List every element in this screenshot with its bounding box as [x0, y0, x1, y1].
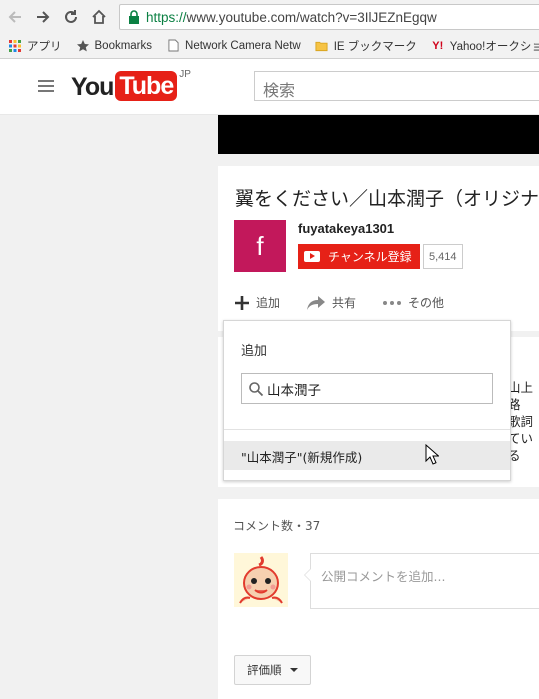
forward-icon[interactable] — [30, 4, 56, 30]
share-label: 共有 — [332, 296, 357, 310]
search-icon — [248, 381, 264, 397]
more-dots-icon — [382, 300, 402, 306]
more-label: その他 — [408, 296, 445, 310]
bookmarks-bar: アプリ Bookmarks Network Camera Netw IE ブック… — [0, 33, 539, 59]
avatar[interactable] — [234, 553, 288, 607]
sort-dropdown[interactable]: 評価順 — [234, 655, 311, 685]
star-icon — [76, 39, 90, 53]
bookmark-network-camera[interactable]: Network Camera Netw — [166, 39, 301, 53]
video-actions: 追加 共有 その他 — [234, 294, 470, 311]
add-to-playlist-popup: 追加 山本潤子 "山本潤子"(新規作成) — [223, 320, 511, 481]
add-label: 追加 — [256, 296, 281, 310]
page-icon — [166, 39, 180, 53]
logo-tube: Tube — [115, 71, 178, 101]
bookmark-label: Bookmarks — [94, 39, 153, 52]
playlist-search-value: 山本潤子 — [267, 382, 321, 399]
yahoo-icon: Y! — [432, 39, 444, 52]
bookmark-yahoo[interactable]: Y! Yahoo!オークション — [431, 38, 539, 54]
folder-icon — [315, 39, 329, 53]
sort-label: 評価順 — [247, 663, 282, 677]
video-title: 翼をください／山本潤子（オリジナ — [235, 188, 539, 210]
popup-divider — [224, 429, 510, 430]
logo-region: JP — [179, 69, 191, 80]
video-player[interactable] — [218, 115, 539, 154]
lock-icon — [129, 10, 139, 24]
description-line: ている — [508, 431, 534, 463]
apps-grid-icon — [8, 39, 22, 53]
url-scheme: https:// — [146, 9, 187, 25]
address-bar[interactable]: https://www.youtube.com/watch?v=3IlJEZnE… — [119, 4, 539, 30]
menu-icon[interactable] — [38, 80, 54, 92]
bookmark-label: Network Camera Netw — [185, 39, 301, 52]
bookmark-label: Yahoo!オークション — [449, 40, 539, 53]
bookmark-ie-folder[interactable]: IE ブックマーク — [315, 38, 417, 54]
home-icon[interactable] — [86, 4, 112, 30]
mouse-cursor-icon — [425, 444, 439, 465]
subscribe-label: チャンネル登録 — [328, 250, 412, 264]
youtube-play-icon — [304, 251, 320, 262]
youtube-logo[interactable]: You Tube JP — [71, 69, 191, 103]
description-line: 山上路 — [508, 380, 534, 412]
bookmark-label: IE ブックマーク — [333, 40, 417, 53]
channel-name[interactable]: fuyatakeya1301 — [298, 221, 394, 236]
playlist-search-input[interactable]: 山本潤子 — [241, 373, 493, 404]
plus-icon — [234, 295, 250, 311]
share-icon — [306, 295, 326, 311]
comment-count: コメント数・37 — [233, 519, 321, 533]
video-info-card: 翼をください／山本潤子（オリジナ f fuyatakeya1301 チャンネル登… — [218, 166, 539, 331]
reload-icon[interactable] — [58, 4, 84, 30]
back-icon[interactable] — [2, 4, 28, 30]
share-button[interactable]: 共有 — [306, 294, 356, 311]
create-playlist-option[interactable]: "山本潤子"(新規作成) — [224, 441, 510, 470]
bookmark-apps[interactable]: アプリ — [8, 38, 62, 54]
search-input[interactable]: 検索 — [254, 71, 539, 101]
caret-down-icon — [289, 668, 298, 672]
comment-input[interactable]: 公開コメントを追加... — [304, 553, 539, 609]
add-to-button[interactable]: 追加 — [234, 294, 280, 311]
subscriber-count: 5,414 — [423, 244, 463, 269]
bookmark-label: アプリ — [27, 40, 62, 53]
popup-title: 追加 — [241, 344, 268, 359]
channel-avatar[interactable]: f — [234, 220, 286, 272]
logo-you: You — [71, 73, 114, 101]
more-button[interactable]: その他 — [382, 294, 444, 311]
comments-section: コメント数・37 公開コメントを追加... 評価順 — [218, 499, 539, 699]
bookmark-bookmarks[interactable]: Bookmarks — [76, 39, 153, 53]
subscribe-button[interactable]: チャンネル登録 — [298, 244, 420, 269]
description-text: 山上路 歌詞 ている — [508, 379, 539, 464]
description-line: 歌詞 — [508, 414, 534, 429]
url-path: www.youtube.com/watch?v=3IlJEZnEgqw — [186, 9, 437, 25]
